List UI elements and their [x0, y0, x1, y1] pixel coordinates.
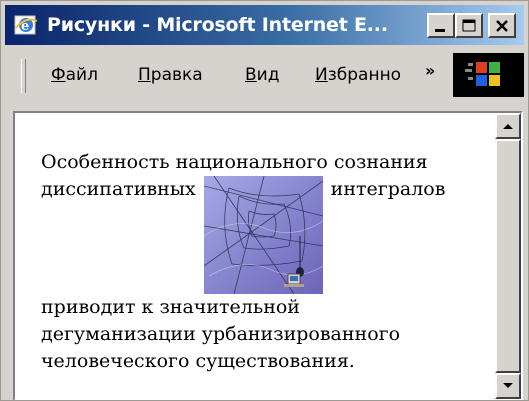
ie-icon[interactable]: e [13, 12, 39, 38]
windows-logo-icon [465, 62, 500, 86]
page-viewport[interactable]: Особенность национального сознания дисси… [13, 111, 523, 400]
vertical-scrollbar[interactable] [495, 113, 521, 399]
paragraph-line-1: Особенность национального сознания [41, 151, 428, 173]
scroll-down-button[interactable] [495, 373, 521, 399]
paragraph-line-5: человеческого существования. [41, 350, 355, 372]
menu-bar: Файл Правка Вид Избранно » [5, 49, 524, 101]
scroll-up-button[interactable] [495, 113, 521, 139]
minimize-icon [435, 28, 445, 32]
title-bar[interactable]: e Рисунки - Microsoft Internet E... [5, 5, 524, 45]
close-icon [496, 19, 508, 32]
toolbar-grip[interactable] [21, 59, 26, 93]
paragraph-line-3: приводит к значительной [41, 296, 300, 318]
web-page: Особенность национального сознания дисси… [15, 113, 493, 399]
scrollbar-thumb[interactable] [495, 139, 521, 373]
page-body-text: Особенность национального сознания дисси… [41, 149, 486, 375]
maximize-button[interactable] [455, 13, 483, 38]
browser-window: e Рисунки - Microsoft Internet E... Файл… [0, 0, 529, 401]
menu-overflow-chevron[interactable]: » [425, 61, 435, 80]
windows-logo-throbber [453, 53, 524, 97]
window-title: Рисунки - Microsoft Internet E... [47, 14, 388, 36]
arrow-up-icon [503, 124, 513, 129]
menu-file[interactable]: Файл [51, 65, 98, 85]
minimize-button[interactable] [427, 13, 455, 38]
paragraph-line-2-start: диссипативных [41, 178, 196, 200]
close-button[interactable] [488, 13, 516, 38]
menu-view[interactable]: Вид [245, 65, 279, 85]
spider-web-image [203, 175, 323, 295]
arrow-down-icon [503, 383, 513, 388]
menu-favorites[interactable]: Избранно [315, 65, 419, 85]
paragraph-line-4: дегуманизации урбанизированного [41, 323, 401, 345]
menu-edit[interactable]: Правка [138, 65, 203, 85]
paragraph-line-2-end: интегралов [330, 178, 446, 200]
maximize-icon [462, 19, 476, 31]
